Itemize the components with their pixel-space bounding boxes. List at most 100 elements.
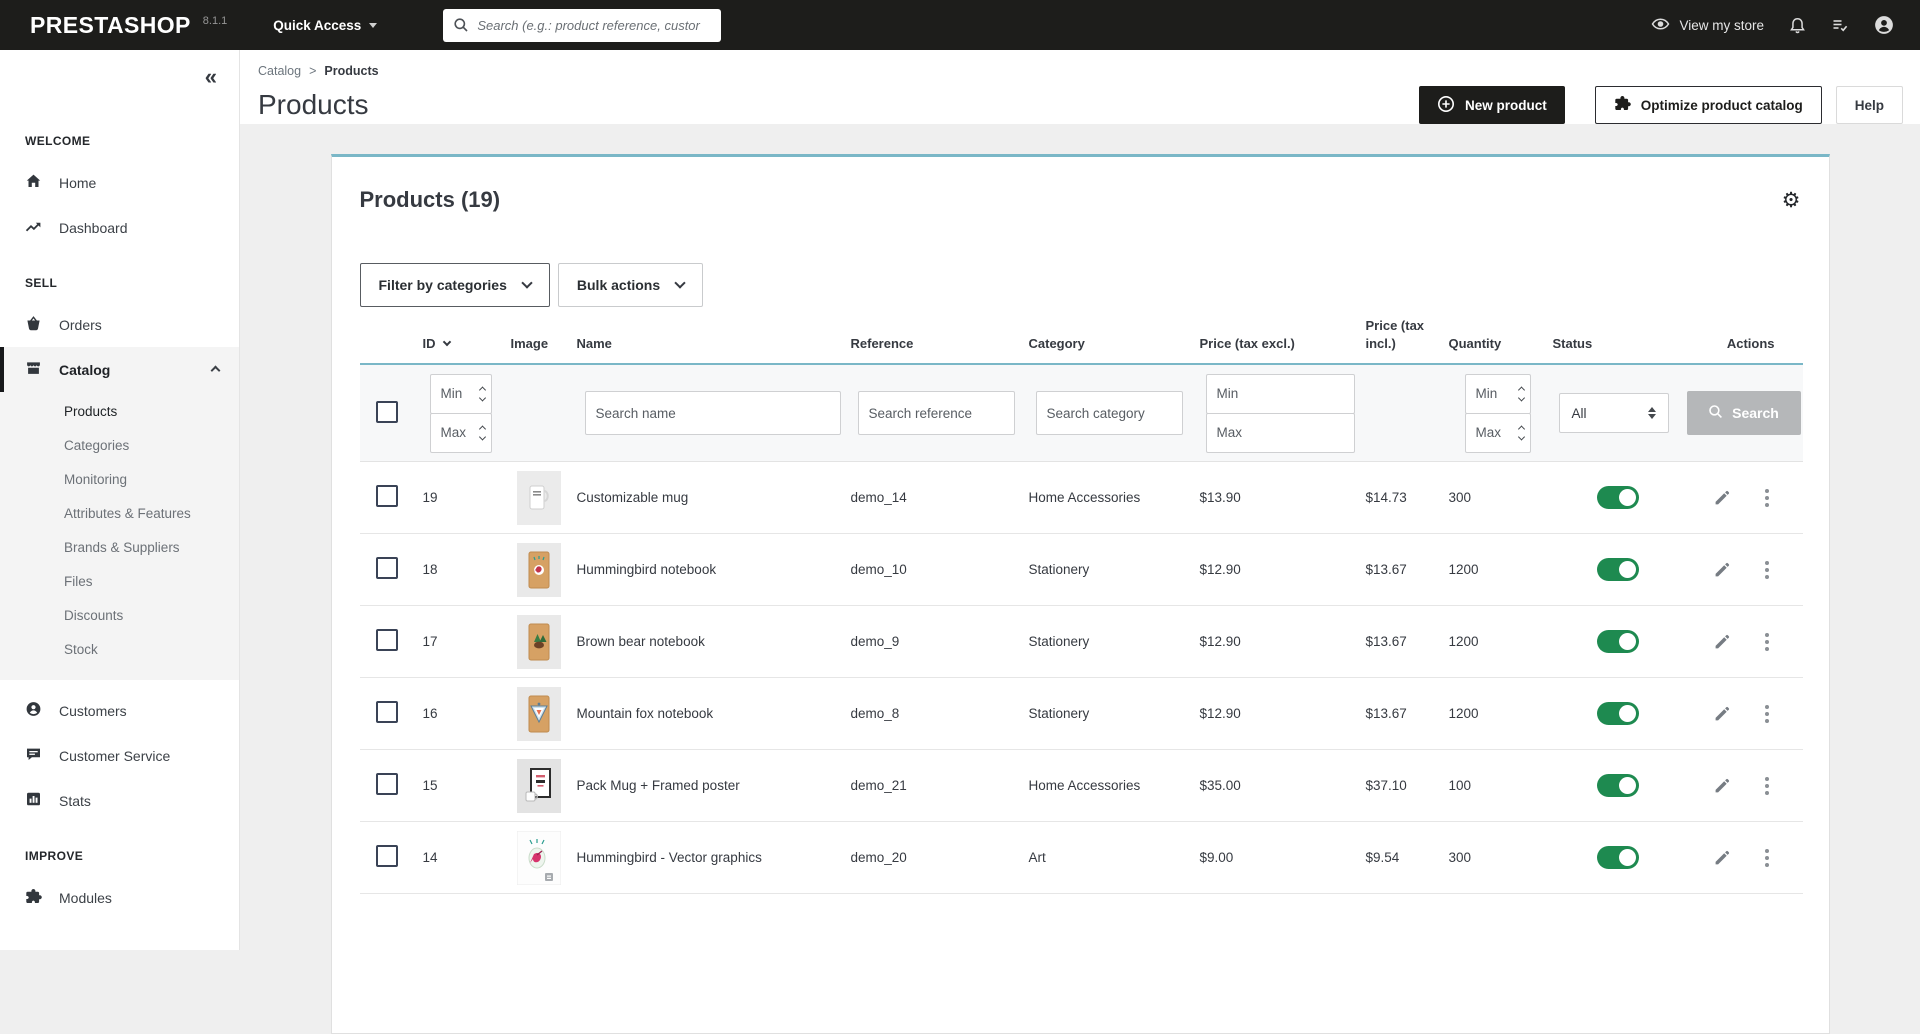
row-checkbox[interactable] <box>376 557 398 579</box>
trending-up-icon <box>25 218 42 237</box>
row-checkbox[interactable] <box>376 485 398 507</box>
help-button[interactable]: Help <box>1836 86 1903 124</box>
account-icon[interactable] <box>1874 15 1894 35</box>
bell-icon[interactable] <box>1789 17 1806 34</box>
chevron-down-icon <box>521 277 532 288</box>
sidebar-item-label: Catalog <box>59 362 110 378</box>
sidebar-item-label: Home <box>59 175 96 191</box>
bulk-actions-button[interactable]: Bulk actions <box>558 263 703 307</box>
version-label: 8.1.1 <box>203 15 227 27</box>
cell-id: 18 <box>416 562 504 577</box>
row-menu-icon[interactable] <box>1761 845 1773 871</box>
edit-pencil-icon[interactable] <box>1713 633 1731 651</box>
status-toggle[interactable] <box>1597 846 1639 869</box>
sidebar-subitem-stock[interactable]: Stock <box>0 632 239 666</box>
basket-icon <box>25 315 42 334</box>
row-checkbox[interactable] <box>376 845 398 867</box>
gear-icon[interactable]: ⚙ <box>1782 190 1801 211</box>
new-product-label: New product <box>1465 98 1547 113</box>
row-menu-icon[interactable] <box>1761 557 1773 583</box>
sidebar-group-label: SELL <box>0 276 239 302</box>
status-toggle[interactable] <box>1597 486 1639 509</box>
sidebar-subitem-discounts[interactable]: Discounts <box>0 598 239 632</box>
search-category-input[interactable] <box>1036 391 1183 435</box>
spinner-icon[interactable] <box>480 426 485 439</box>
column-status: Status <box>1546 335 1674 353</box>
table-row[interactable]: 17 Brown bear notebook demo_9 Stationery… <box>360 606 1803 678</box>
edit-pencil-icon[interactable] <box>1713 705 1731 723</box>
spinner-icon[interactable] <box>1519 426 1524 439</box>
bulk-actions-label: Bulk actions <box>577 277 660 293</box>
breadcrumb-catalog[interactable]: Catalog <box>258 64 301 78</box>
edit-pencil-icon[interactable] <box>1713 561 1731 579</box>
optimize-catalog-button[interactable]: Optimize product catalog <box>1595 86 1822 124</box>
chevron-down-icon <box>674 277 685 288</box>
sidebar-group-label: WELCOME <box>0 134 239 160</box>
status-toggle[interactable] <box>1597 558 1639 581</box>
cell-price-incl: $14.73 <box>1359 490 1442 505</box>
sidebar-subitem-products[interactable]: Products <box>0 394 239 428</box>
search-reference-input[interactable] <box>858 391 1015 435</box>
new-product-button[interactable]: New product <box>1419 86 1565 124</box>
price-min-input[interactable] <box>1206 374 1355 414</box>
sidebar-item-stats[interactable]: Stats <box>0 778 239 823</box>
status-select[interactable]: All <box>1559 393 1669 433</box>
sidebar-subitem-brands-suppliers[interactable]: Brands & Suppliers <box>0 530 239 564</box>
spinner-icon[interactable] <box>480 387 485 400</box>
sidebar-subitem-files[interactable]: Files <box>0 564 239 598</box>
row-checkbox[interactable] <box>376 701 398 723</box>
sidebar-subitem-categories[interactable]: Categories <box>0 428 239 462</box>
status-toggle[interactable] <box>1597 774 1639 797</box>
search-input[interactable] <box>443 9 721 42</box>
row-checkbox[interactable] <box>376 773 398 795</box>
search-name-input[interactable] <box>585 391 841 435</box>
cell-quantity: 1200 <box>1442 634 1546 649</box>
sidebar-item-customer-service[interactable]: Customer Service <box>0 733 239 778</box>
edit-pencil-icon[interactable] <box>1713 777 1731 795</box>
sidebar-catalog-section: Catalog Products Categories Monitoring A… <box>0 347 239 680</box>
quick-access-menu[interactable]: Quick Access <box>273 18 377 33</box>
table-row[interactable]: 18 Hummingbird notebook demo_10 Statione… <box>360 534 1803 606</box>
list-check-icon[interactable] <box>1831 17 1849 33</box>
table-search-button[interactable]: Search <box>1687 391 1801 435</box>
row-menu-icon[interactable] <box>1761 629 1773 655</box>
select-all-checkbox[interactable] <box>376 401 398 423</box>
status-toggle[interactable] <box>1597 702 1639 725</box>
sidebar-subitem-monitoring[interactable]: Monitoring <box>0 462 239 496</box>
edit-pencil-icon[interactable] <box>1713 489 1731 507</box>
status-toggle[interactable] <box>1597 630 1639 653</box>
column-id[interactable]: ID <box>416 335 504 353</box>
table-row[interactable]: 19 Customizable mug demo_14 Home Accesso… <box>360 462 1803 534</box>
price-max-input[interactable] <box>1206 413 1355 453</box>
spinner-icon[interactable] <box>1519 387 1524 400</box>
table-row[interactable]: 15 Pack Mug + Framed poster demo_21 Home… <box>360 750 1803 822</box>
sidebar-item-dashboard[interactable]: Dashboard <box>0 205 239 250</box>
table-row[interactable]: 16 Mountain fox notebook demo_8 Statione… <box>360 678 1803 750</box>
chevron-up-icon <box>211 366 221 376</box>
sidebar-item-modules[interactable]: Modules <box>0 875 239 920</box>
sidebar-item-home[interactable]: Home <box>0 160 239 205</box>
framed-poster-mug-thumbnail <box>517 759 561 813</box>
cell-price-incl: $9.54 <box>1359 850 1442 865</box>
sidebar-subitem-attributes-features[interactable]: Attributes & Features <box>0 496 239 530</box>
view-my-store-link[interactable]: View my store <box>1651 16 1764 35</box>
sidebar-item-catalog[interactable]: Catalog <box>0 347 239 392</box>
cell-price-excl: $35.00 <box>1193 778 1359 793</box>
sidebar-group-sell: SELL Orders Catalog Products Categories … <box>0 276 239 823</box>
sidebar-item-orders[interactable]: Orders <box>0 302 239 347</box>
row-menu-icon[interactable] <box>1761 485 1773 511</box>
sidebar-item-label: Stats <box>59 793 91 809</box>
edit-pencil-icon[interactable] <box>1713 849 1731 867</box>
row-checkbox[interactable] <box>376 629 398 651</box>
filter-by-categories-button[interactable]: Filter by categories <box>360 263 550 307</box>
home-icon <box>25 173 42 192</box>
cell-name: Brown bear notebook <box>570 634 844 649</box>
row-menu-icon[interactable] <box>1761 773 1773 799</box>
sidebar-collapse-button[interactable]: « <box>205 66 217 88</box>
products-table: ID Image Name Reference Category Price (… <box>360 307 1803 894</box>
column-image: Image <box>504 335 570 353</box>
sidebar-item-customers[interactable]: Customers <box>0 688 239 733</box>
cell-price-excl: $13.90 <box>1193 490 1359 505</box>
row-menu-icon[interactable] <box>1761 701 1773 727</box>
table-row[interactable]: 14 Hummingbird - Vector graphics demo_20… <box>360 822 1803 894</box>
